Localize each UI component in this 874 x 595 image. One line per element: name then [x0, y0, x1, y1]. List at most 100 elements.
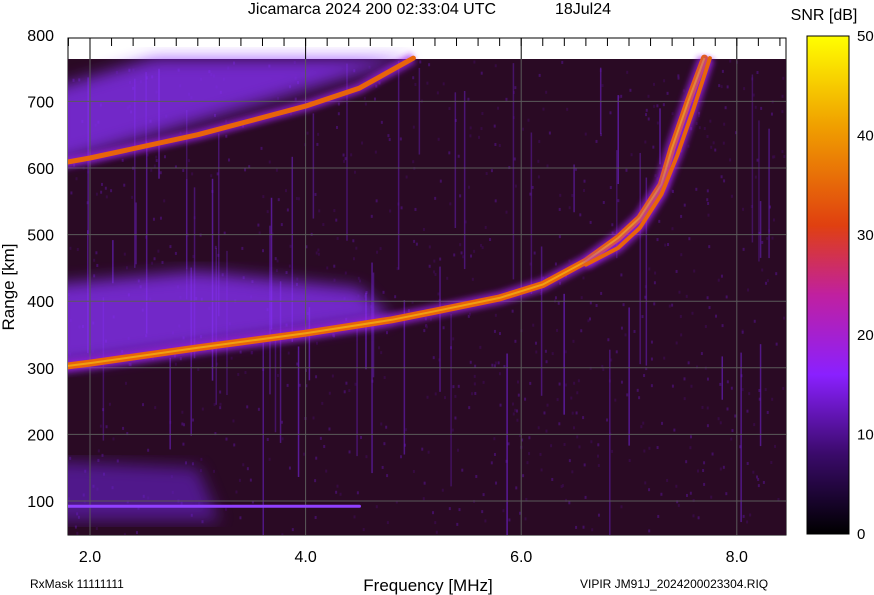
- noise-speck: [345, 381, 348, 385]
- noise-speck: [497, 361, 500, 365]
- noise-speck: [597, 464, 600, 468]
- noise-speck: [364, 102, 367, 106]
- noise-speck: [511, 309, 514, 313]
- noise-speck: [213, 403, 216, 407]
- noise-speck: [760, 106, 763, 110]
- y-tick-label: 300: [27, 361, 54, 378]
- noise-speck: [708, 306, 711, 310]
- noise-speck: [626, 393, 629, 397]
- noise-speck: [200, 457, 203, 461]
- noise-speck: [620, 380, 623, 384]
- noise-speck: [262, 195, 265, 199]
- y-tick-label: 600: [27, 161, 54, 178]
- noise-speck: [112, 437, 115, 441]
- noise-speck: [187, 159, 190, 163]
- noise-speck: [535, 350, 538, 354]
- noise-speck: [70, 191, 73, 195]
- noise-speck: [169, 245, 172, 249]
- interference-line: [135, 202, 137, 265]
- noise-speck: [157, 249, 160, 253]
- noise-speck: [730, 194, 733, 198]
- noise-speck: [556, 398, 559, 402]
- noise-speck: [480, 127, 483, 131]
- noise-speck: [333, 278, 336, 282]
- noise-speck: [656, 446, 659, 450]
- noise-speck: [473, 60, 476, 64]
- noise-speck: [376, 250, 379, 254]
- noise-speck: [515, 486, 518, 490]
- noise-speck: [582, 276, 585, 280]
- noise-speck: [235, 490, 238, 494]
- noise-speck: [528, 452, 531, 456]
- noise-speck: [679, 314, 682, 318]
- noise-speck: [595, 139, 598, 143]
- noise-speck: [413, 239, 416, 243]
- noise-speck: [159, 216, 162, 220]
- noise-speck: [258, 231, 261, 235]
- colorbar-tick-label: 40: [857, 128, 874, 145]
- noise-speck: [336, 484, 339, 488]
- noise-speck: [289, 244, 292, 248]
- noise-speck: [775, 272, 778, 276]
- noise-speck: [72, 78, 75, 82]
- noise-speck: [412, 76, 415, 80]
- interference-line: [599, 67, 602, 134]
- noise-speck: [720, 274, 723, 278]
- noise-speck: [563, 442, 566, 446]
- noise-speck: [718, 84, 721, 88]
- noise-speck: [448, 507, 451, 511]
- interference-line: [573, 164, 575, 213]
- noise-speck: [74, 525, 77, 529]
- noise-speck: [702, 469, 705, 473]
- noise-speck: [494, 64, 497, 68]
- noise-speck: [288, 466, 291, 470]
- noise-speck: [469, 126, 472, 130]
- noise-speck: [629, 88, 632, 92]
- noise-speck: [726, 380, 729, 384]
- noise-speck: [656, 238, 659, 242]
- noise-speck: [470, 254, 473, 258]
- noise-speck: [545, 429, 548, 433]
- noise-speck: [664, 243, 667, 247]
- noise-speck: [630, 153, 633, 157]
- noise-speck: [244, 168, 247, 172]
- noise-speck: [582, 416, 585, 420]
- noise-speck: [564, 350, 567, 354]
- noise-speck: [239, 516, 242, 520]
- noise-speck: [457, 384, 460, 388]
- noise-speck: [561, 60, 564, 64]
- noise-speck: [379, 247, 382, 251]
- noise-speck: [237, 372, 240, 376]
- noise-speck: [606, 418, 609, 422]
- noise-speck: [770, 112, 773, 116]
- noise-speck: [161, 260, 164, 264]
- interference-line: [262, 342, 265, 535]
- noise-speck: [439, 179, 442, 183]
- noise-speck: [595, 303, 598, 307]
- noise-speck: [717, 417, 720, 421]
- noise-speck: [295, 197, 298, 201]
- noise-speck: [559, 193, 562, 197]
- noise-speck: [538, 73, 541, 77]
- noise-speck: [385, 425, 388, 429]
- noise-speck: [131, 195, 134, 199]
- noise-speck: [571, 193, 574, 197]
- noise-speck: [678, 290, 681, 294]
- noise-speck: [480, 71, 483, 75]
- noise-speck: [414, 82, 417, 86]
- noise-speck: [262, 249, 265, 253]
- noise-speck: [498, 372, 501, 376]
- noise-speck: [314, 516, 317, 520]
- noise-speck: [95, 192, 98, 196]
- noise-speck: [280, 223, 283, 227]
- noise-speck: [571, 470, 574, 474]
- noise-speck: [493, 124, 496, 128]
- noise-speck: [597, 513, 600, 517]
- noise-speck: [620, 326, 623, 330]
- noise-speck: [538, 140, 541, 144]
- noise-speck: [687, 361, 690, 365]
- noise-speck: [695, 187, 698, 191]
- noise-speck: [765, 281, 768, 285]
- noise-speck: [723, 179, 726, 183]
- noise-speck: [453, 253, 456, 257]
